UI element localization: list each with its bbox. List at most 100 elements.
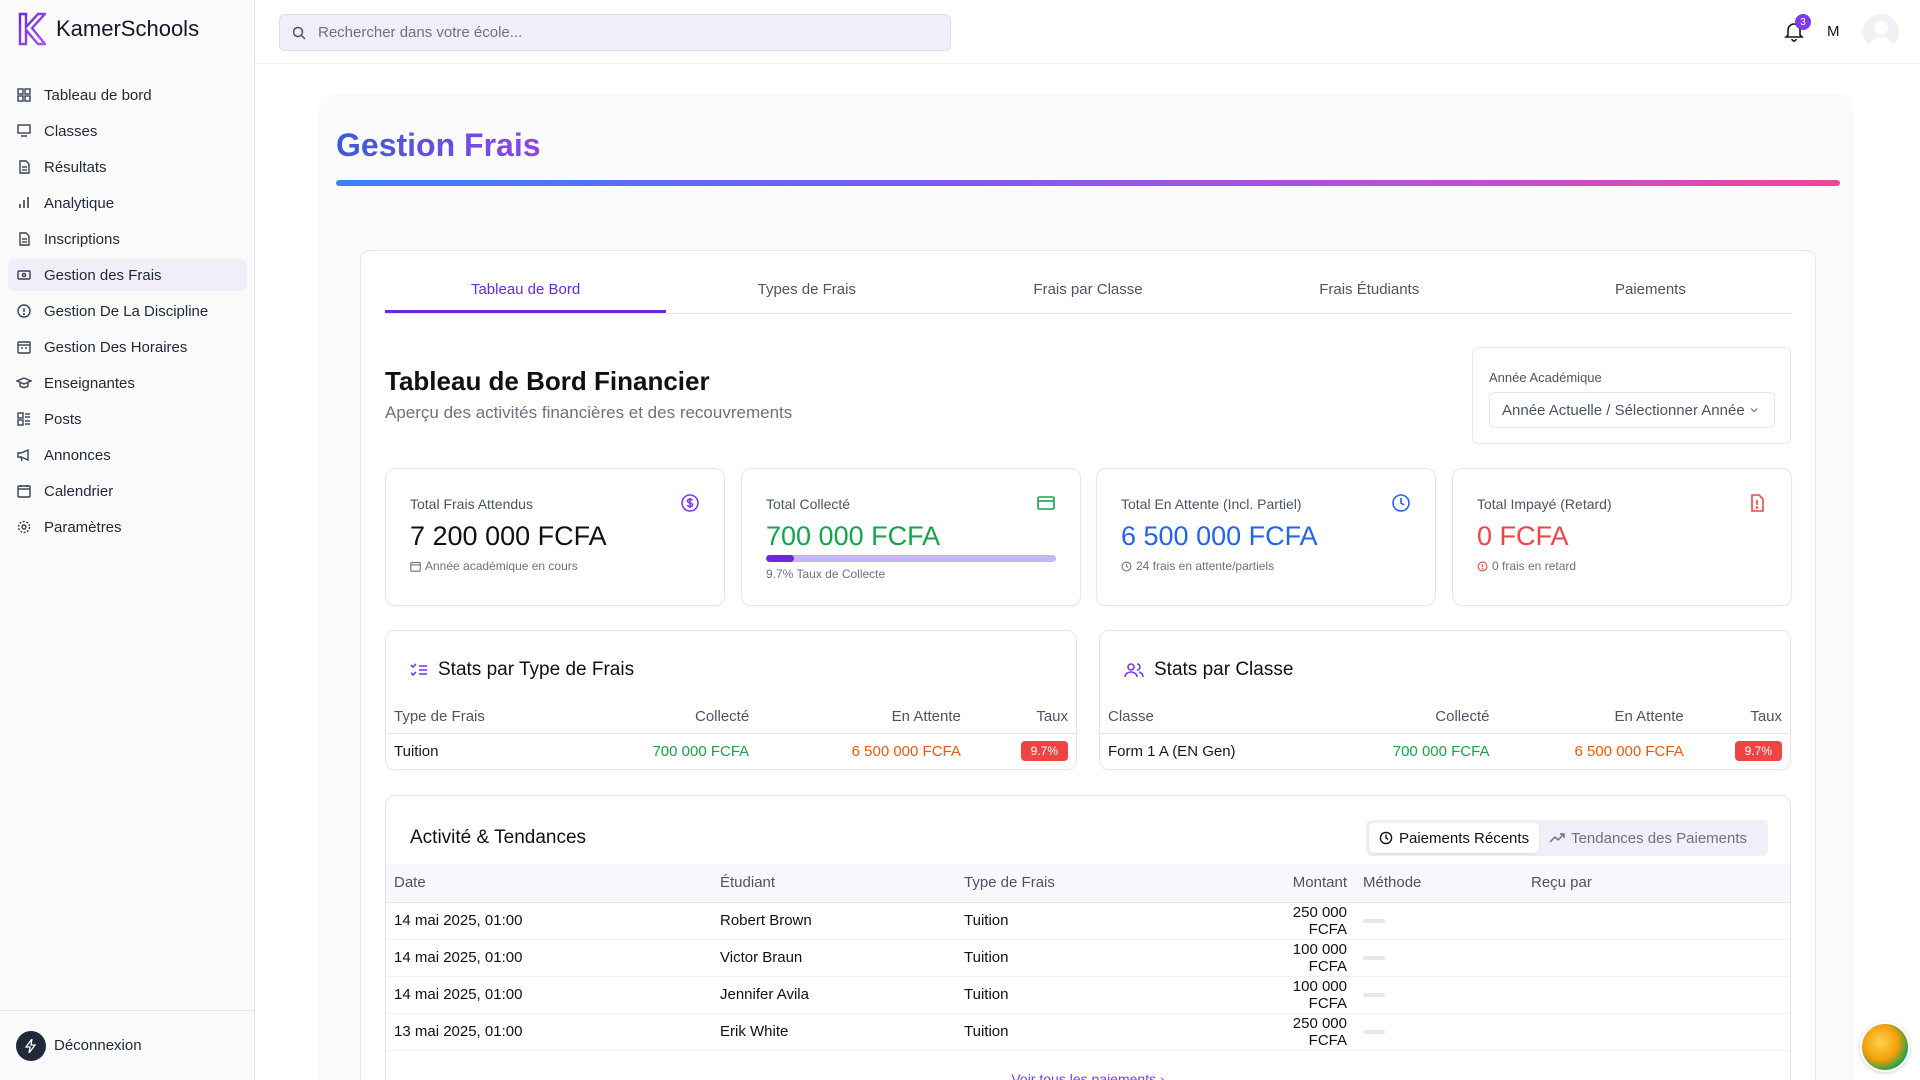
sidebar-item-label: Gestion Des Horaires (44, 338, 188, 356)
payment-date: 14 mai 2025, 01:00 (386, 939, 712, 977)
sidebar-item-fees[interactable]: Gestion des Frais (8, 259, 247, 291)
sidebar-item-label: Calendrier (44, 482, 114, 500)
clock-icon (1392, 494, 1410, 512)
academic-year-filter: Année Académique Année Actuelle / Sélect… (1472, 347, 1791, 444)
column-header[interactable]: Reçu par (1523, 864, 1790, 903)
tab-fee-types[interactable]: Types de Frais (666, 272, 947, 313)
card-label: Total En Attente (Incl. Partiel) (1121, 496, 1302, 512)
sidebar-item-announcements[interactable]: Annonces (8, 439, 247, 471)
sidebar-item-analytics[interactable]: Analytique (8, 187, 247, 219)
table-row[interactable]: 13 mai 2025, 01:00 Erik White Tuition 25… (386, 1013, 1790, 1051)
sidebar-item-classes[interactable]: Classes (8, 115, 247, 147)
brand[interactable]: KamerSchools (18, 6, 199, 52)
dashboard-title: Tableau de Bord Financier (385, 366, 710, 396)
table-row: Form 1 A (EN Gen) 700 000 FCFA 6 500 000… (1100, 733, 1790, 769)
brand-logo-icon (18, 12, 46, 46)
enrollment-icon (16, 231, 32, 247)
sidebar-item-calendar[interactable]: Calendrier (8, 475, 247, 507)
card-note: 9.7% Taux de Collecte (766, 567, 885, 581)
user-initial[interactable]: M (1827, 23, 1840, 40)
payment-trends-toggle[interactable]: Tendances des Paiements (1539, 823, 1757, 853)
stats-type-table: Type de Frais Collecté En Attente Taux T… (386, 701, 1076, 769)
collection-progress-bar (766, 555, 1056, 562)
sidebar-item-results[interactable]: Résultats (8, 151, 247, 183)
fee-type-name: Tuition (394, 742, 439, 760)
tab-student-fees[interactable]: Frais Étudiants (1229, 272, 1510, 313)
column-header[interactable]: Montant (1256, 864, 1355, 903)
schedule-icon (16, 339, 32, 355)
chevron-down-icon (1750, 408, 1758, 413)
tab-dashboard[interactable]: Tableau de Bord (385, 272, 667, 313)
logout-label: Déconnexion (54, 1037, 142, 1054)
payment-type: Tuition (956, 976, 1256, 1014)
title-underline (336, 180, 1840, 186)
sidebar-item-label: Posts (44, 410, 82, 428)
collected-amount: 700 000 FCFA (1392, 742, 1490, 760)
sidebar-item-teachers[interactable]: Enseignantes (8, 367, 247, 399)
sidebar-item-label: Paramètres (44, 518, 122, 536)
table-row[interactable]: 14 mai 2025, 01:00 Jennifer Avila Tuitio… (386, 976, 1790, 1014)
sidebar-item-posts[interactable]: Posts (8, 403, 247, 435)
payment-type: Tuition (956, 939, 1256, 977)
pending-amount: 6 500 000 FCFA (1574, 742, 1684, 760)
column-header[interactable]: Date (386, 864, 712, 903)
payment-student: Jennifer Avila (712, 976, 956, 1014)
logout-button[interactable]: Déconnexion (0, 1010, 255, 1080)
column-header[interactable]: Type de Frais (386, 701, 567, 734)
collection-progress-fill (766, 555, 795, 562)
discipline-icon (16, 303, 32, 319)
card-note-text: 9.7% Taux de Collecte (766, 567, 886, 581)
column-header[interactable]: Classe (1100, 701, 1323, 734)
table-row[interactable]: 14 mai 2025, 01:00 Victor Braun Tuition … (386, 939, 1790, 977)
recent-payments-label: Paiements Récents (1399, 829, 1530, 847)
card-note-text: 0 frais en retard (1492, 559, 1577, 573)
sidebar-item-enrollments[interactable]: Inscriptions (8, 223, 247, 255)
column-header[interactable]: Collecté (566, 701, 758, 734)
payment-amount: 100 000 FCFA (1256, 939, 1355, 977)
table-row[interactable]: 14 mai 2025, 01:00 Robert Brown Tuition … (386, 902, 1790, 940)
sidebar-item-dashboard[interactable]: Tableau de bord (8, 79, 247, 111)
sidebar-item-settings[interactable]: Paramètres (8, 511, 247, 543)
sidebar-item-label: Annonces (44, 446, 111, 464)
column-header[interactable]: En Attente (1497, 701, 1692, 734)
brand-name: KamerSchools (56, 16, 200, 41)
sidebar-item-discipline[interactable]: Gestion De La Discipline (8, 295, 247, 327)
checklist-icon (410, 663, 427, 677)
academic-year-select[interactable]: Année Actuelle / Sélectionner Année (1489, 392, 1775, 428)
column-header[interactable]: Type de Frais (956, 864, 1256, 903)
sidebar-item-label: Inscriptions (44, 230, 120, 248)
search-input[interactable] (318, 24, 918, 41)
tab-payments[interactable]: Paiements (1510, 272, 1791, 313)
column-header[interactable]: Étudiant (712, 864, 956, 903)
collected-amount: 700 000 FCFA (652, 742, 750, 760)
received-by (1523, 939, 1790, 977)
column-header[interactable]: Taux (968, 701, 1076, 734)
column-header[interactable]: Méthode (1355, 864, 1523, 903)
recent-payments-toggle[interactable]: Paiements Récents (1369, 823, 1540, 853)
activity-section: Activité & Tendances Paiements Récents T… (385, 795, 1791, 1080)
fees-icon (16, 267, 32, 283)
classes-icon (16, 123, 32, 139)
stat-card-pending: Total En Attente (Incl. Partiel) 6 500 0… (1096, 468, 1436, 606)
sidebar-item-label: Analytique (44, 194, 115, 212)
see-all-payments-link[interactable]: Voir tous les paiements › (386, 1071, 1790, 1080)
column-header[interactable]: Taux (1691, 701, 1790, 734)
announcements-icon (16, 447, 32, 463)
class-name: Form 1 A (EN Gen) (1108, 742, 1236, 760)
payment-student: Erik White (712, 1013, 956, 1051)
payment-method-placeholder (1363, 919, 1385, 924)
column-header[interactable]: Collecté (1322, 701, 1498, 734)
sidebar-item-label: Résultats (44, 158, 107, 176)
assistant-fab-button[interactable] (1860, 1022, 1910, 1072)
alert-circle-icon (1477, 561, 1488, 571)
search-box[interactable] (279, 14, 951, 51)
sidebar-item-label: Classes (44, 122, 98, 140)
card-value: 700 000 FCFA (766, 521, 941, 551)
column-header[interactable]: En Attente (757, 701, 969, 734)
avatar[interactable] (1863, 14, 1899, 50)
payment-date: 14 mai 2025, 01:00 (386, 902, 712, 940)
tab-fees-by-class[interactable]: Frais par Classe (947, 272, 1228, 313)
clock-icon (1379, 831, 1393, 845)
sidebar-item-schedule[interactable]: Gestion Des Horaires (8, 331, 247, 363)
user-avatar-icon (1867, 21, 1895, 50)
